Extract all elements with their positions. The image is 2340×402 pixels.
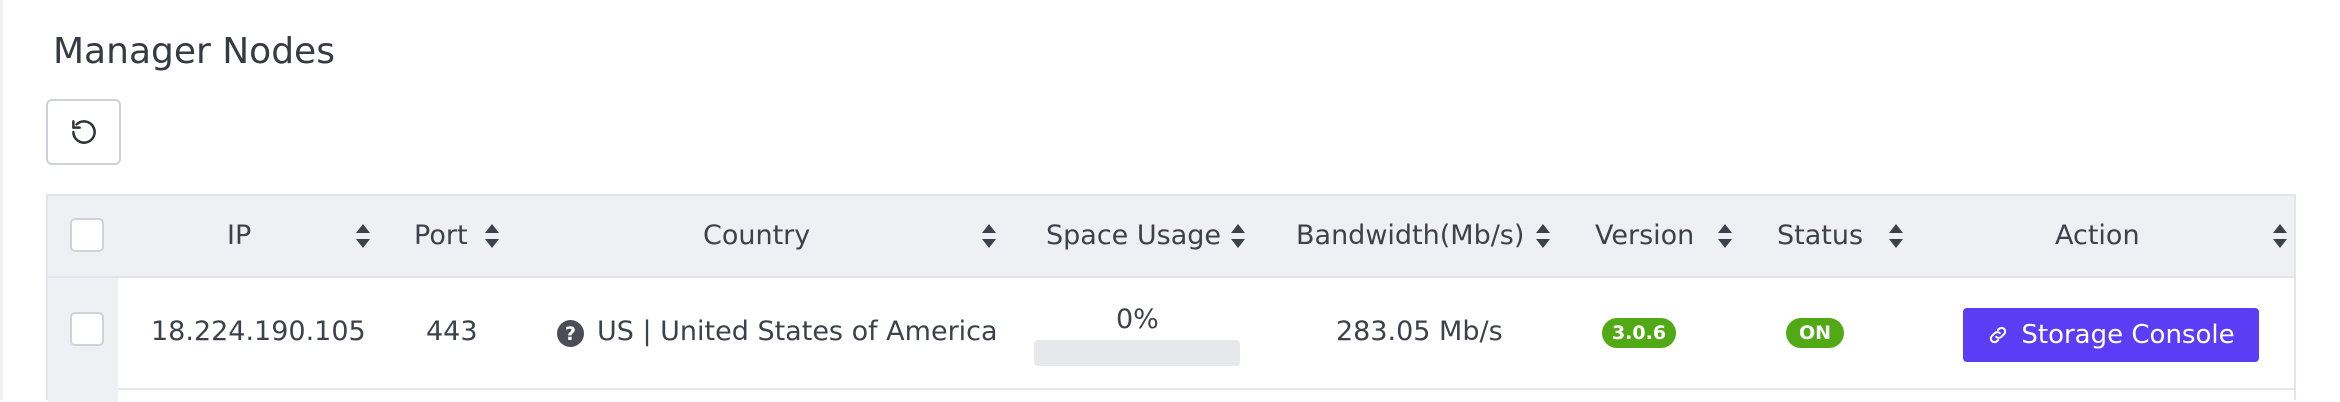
column-header-label: Country [703, 220, 811, 251]
sort-version-icon[interactable] [1716, 222, 1734, 250]
left-divider [0, 0, 3, 400]
page: Manager Nodes IP Port Country Space Usag… [0, 0, 2340, 402]
column-header-label: Port [414, 220, 468, 251]
column-header-label: Space Usage [1046, 220, 1221, 251]
column-header-label: Action [2055, 220, 2140, 251]
cell-space-usage-label: 0% [1116, 304, 1159, 335]
column-header-label: Bandwidth(Mb/s) [1296, 220, 1525, 251]
link-icon [1990, 326, 2007, 344]
cell-ip: 18.224.190.105 [151, 316, 366, 347]
status-badge: ON [1786, 318, 1844, 348]
sort-ip-icon[interactable] [354, 222, 372, 250]
storage-console-button[interactable]: Storage Console [1963, 308, 2259, 362]
row-divider [118, 388, 2294, 390]
row-select-checkbox[interactable] [70, 312, 104, 346]
storage-console-label: Storage Console [2021, 320, 2235, 350]
manager-nodes-table: IP Port Country Space Usage Bandwidth(Mb… [46, 194, 2296, 402]
sort-action-icon[interactable] [2271, 222, 2289, 250]
refresh-button[interactable] [46, 99, 121, 165]
page-title: Manager Nodes [53, 31, 335, 72]
cell-country: US | United States of America [597, 316, 998, 347]
sort-status-icon[interactable] [1887, 222, 1905, 250]
version-badge: 3.0.6 [1602, 318, 1676, 348]
column-header-label: Status [1777, 220, 1864, 251]
sort-country-icon[interactable] [980, 222, 998, 250]
space-usage-progress [1034, 340, 1240, 366]
question-circle-icon: ? [557, 320, 584, 347]
cell-bandwidth: 283.05 Mb/s [1336, 316, 1503, 347]
table-header: IP Port Country Space Usage Bandwidth(Mb… [48, 196, 2294, 278]
select-all-checkbox[interactable] [70, 218, 104, 252]
column-header-label: Version [1595, 220, 1695, 251]
cell-port: 443 [426, 316, 478, 347]
sort-space-usage-icon[interactable] [1229, 222, 1247, 250]
sort-bandwidth-icon[interactable] [1534, 222, 1552, 250]
sort-port-icon[interactable] [483, 222, 501, 250]
column-header-label: IP [227, 220, 252, 251]
refresh-icon [71, 120, 96, 144]
